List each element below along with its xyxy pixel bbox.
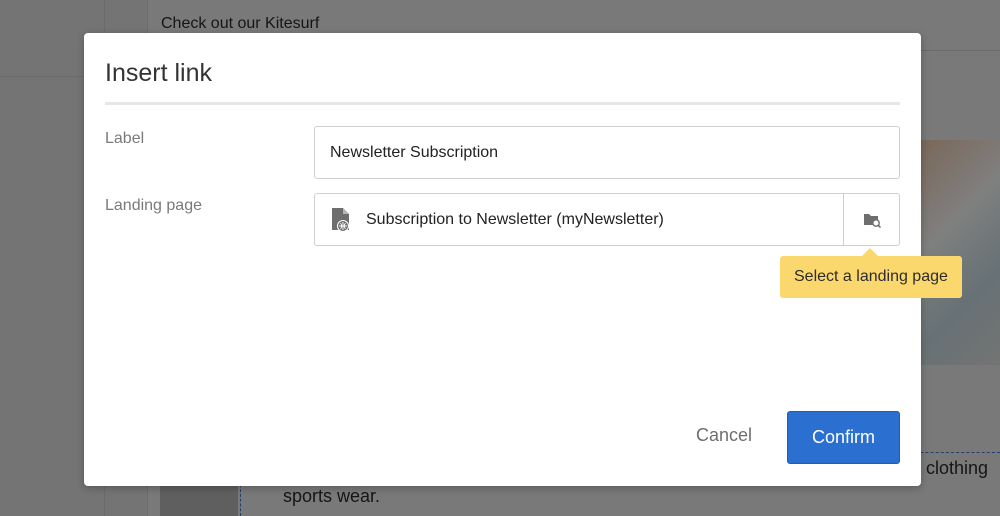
title-divider <box>105 102 900 105</box>
landing-page-value: Subscription to Newsletter (myNewsletter… <box>366 210 664 228</box>
insert-link-dialog: Insert link Label Landing page Subscript… <box>84 33 962 486</box>
select-landing-page-button[interactable] <box>843 194 899 245</box>
label-input[interactable] <box>314 126 900 179</box>
select-landing-page-tooltip: Select a landing page <box>780 248 962 298</box>
label-field-label: Label <box>105 130 145 147</box>
cancel-button[interactable]: Cancel <box>696 425 752 446</box>
landing-page-doc-icon <box>332 207 349 232</box>
landing-page-picker[interactable]: Subscription to Newsletter (myNewsletter… <box>314 193 900 246</box>
dialog-title: Insert link <box>105 59 212 87</box>
landing-page-field-label: Landing page <box>105 197 202 214</box>
folder-search-icon <box>863 213 881 228</box>
confirm-button[interactable]: Confirm <box>787 411 900 464</box>
